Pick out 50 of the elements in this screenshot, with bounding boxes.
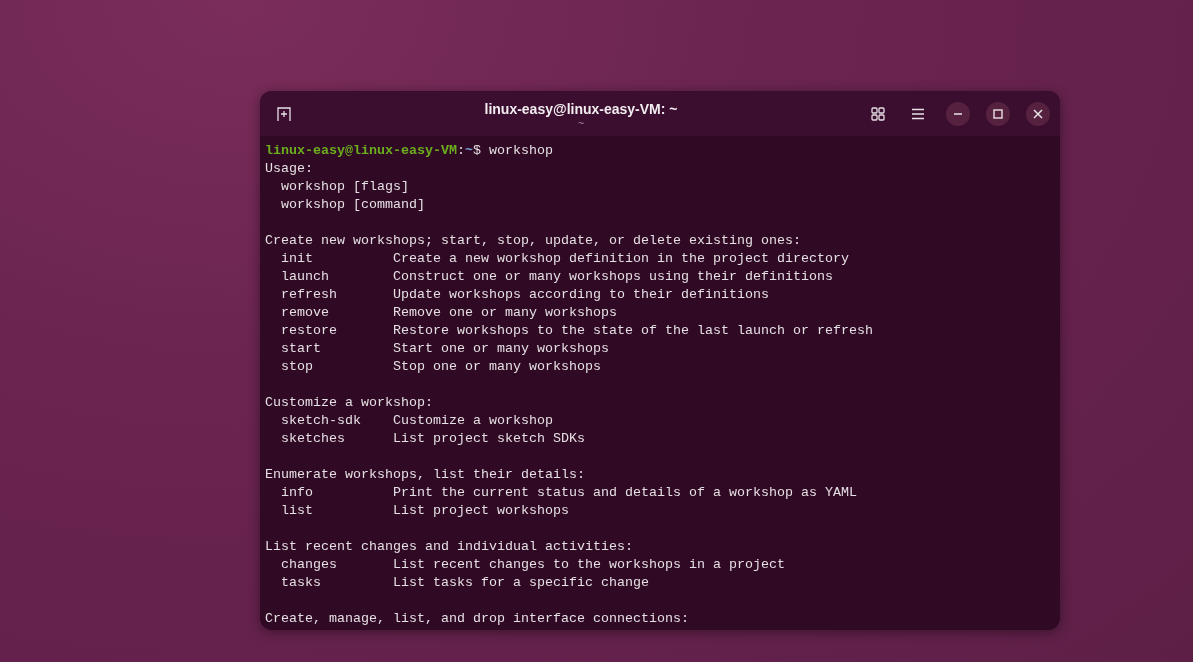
close-button[interactable] (1026, 101, 1050, 126)
close-icon (1033, 108, 1043, 119)
prompt-path: ~ (464, 142, 473, 160)
command-description: Print the current status and details of a workshop as YAML (393, 484, 857, 502)
section-heading: Create new workshops; start, stop, update, or delete existing ones: (265, 232, 801, 250)
command-name: refresh (281, 286, 338, 304)
command-name: sketches (281, 430, 346, 448)
command-name: sketch-sdk (281, 412, 362, 430)
command-name: list (281, 502, 314, 520)
minimize-icon (953, 112, 963, 115)
maximize-icon (993, 108, 1003, 119)
command-description: Remove one or many workshops (393, 304, 617, 322)
prompt-separator: : (456, 142, 465, 160)
command-name: init (281, 250, 314, 268)
minimize-button[interactable] (946, 101, 970, 126)
command-description: Customize a workshop (393, 412, 553, 430)
usage-line: workshop [flags] (281, 178, 409, 196)
command-name: launch (281, 268, 330, 286)
command-name: tasks (281, 574, 322, 592)
command-name: changes (281, 556, 338, 574)
menu-icon (911, 107, 925, 120)
command-description: List project workshops (393, 502, 569, 520)
command-description: List tasks for a specific change (393, 574, 649, 592)
new-tab-icon (276, 105, 292, 122)
command-description: Construct one or many workshops using their definitions (393, 268, 833, 286)
command-description: Restore workshops to the state of the last launch or refresh (393, 322, 873, 340)
section-heading: Usage: (265, 160, 313, 178)
section-heading: Create, manage, list, and drop interface connections: (265, 610, 689, 628)
command-description: Start one or many workshops (393, 340, 609, 358)
window-title: linux-easy@linux-easy-VM: ~ (484, 100, 678, 117)
section-heading: List recent changes and individual activities: (265, 538, 633, 556)
section-heading: Customize a workshop: (265, 394, 433, 412)
command-description: List recent changes to the workshops in a project (393, 556, 785, 574)
prompt-symbol: $ (472, 142, 481, 160)
command-name: info (281, 484, 314, 502)
maximize-button[interactable] (986, 101, 1010, 126)
section-heading: Enumerate workshops, list their details: (265, 466, 585, 484)
grid-icon (871, 106, 885, 121)
command-name: stop (281, 358, 314, 376)
command-description: List project sketch SDKs (393, 430, 585, 448)
command-name: restore (281, 322, 338, 340)
command-text: workshop (488, 142, 553, 160)
usage-line: workshop [command] (281, 196, 425, 214)
command-description: Update workshops according to their definitions (393, 286, 769, 304)
window-subtitle: ~ (577, 116, 585, 129)
prompt-user-host: linux-easy@linux-easy-VM (265, 142, 457, 160)
command-description: Create a new workshop definition in the project directory (393, 250, 849, 268)
command-name: start (281, 340, 322, 358)
command-description: Stop one or many workshops (393, 358, 601, 376)
command-name: remove (281, 304, 330, 322)
